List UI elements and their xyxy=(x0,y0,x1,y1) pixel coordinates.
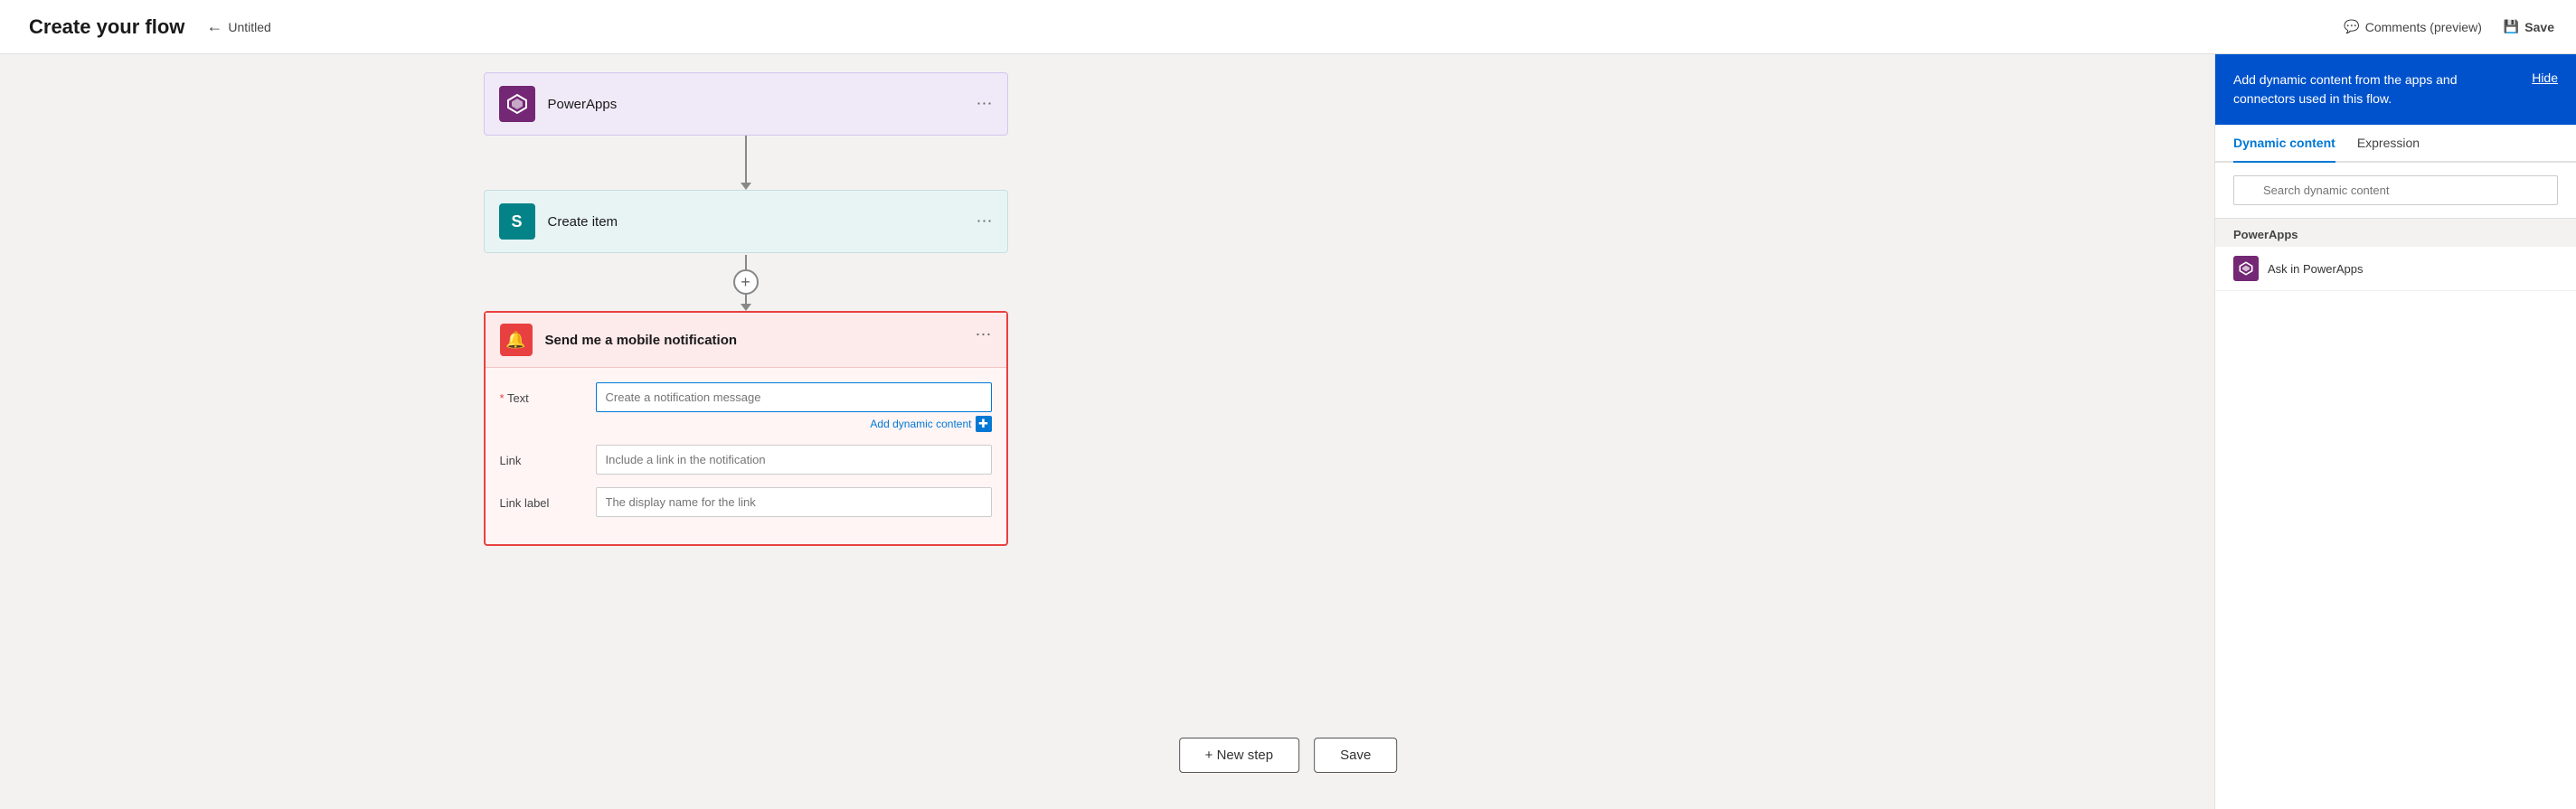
link-label-field-row: Link label xyxy=(500,487,992,517)
text-input[interactable] xyxy=(596,382,992,412)
notification-step-icon: 🔔 xyxy=(500,324,533,356)
comments-button[interactable]: 💬 Comments (preview) xyxy=(2344,19,2482,34)
notification-body: * Text Add dynamic content ✚ xyxy=(486,368,1006,544)
save-label: Save xyxy=(2524,20,2554,34)
dynamic-search-wrap: 🔍 xyxy=(2215,163,2576,219)
connector-line-1 xyxy=(745,136,747,183)
create-item-step[interactable]: S Create item ⋯ xyxy=(484,190,1008,253)
link-field-row: Link xyxy=(500,445,992,475)
create-item-more-button[interactable]: ⋯ xyxy=(977,212,995,231)
page-title: Create your flow xyxy=(29,15,184,39)
new-step-button[interactable]: + New step xyxy=(1179,738,1299,773)
create-item-step-title: Create item xyxy=(548,214,618,230)
dynamic-panel-header-text: Add dynamic content from the apps and co… xyxy=(2233,71,2521,108)
text-field-wrap: Add dynamic content ✚ xyxy=(596,382,992,432)
notification-step: 🔔 Send me a mobile notification ⋯ * Text… xyxy=(484,311,1008,546)
powerapps-step-title: PowerApps xyxy=(548,97,618,112)
add-dynamic-content-button[interactable]: Add dynamic content ✚ xyxy=(870,416,991,432)
save-button[interactable]: 💾 Save xyxy=(2504,19,2554,34)
link-label-field-label: Link label xyxy=(500,487,581,510)
dynamic-panel-header: Add dynamic content from the apps and co… xyxy=(2215,54,2576,125)
save-flow-button[interactable]: Save xyxy=(1314,738,1397,773)
add-dynamic-icon: ✚ xyxy=(976,416,992,432)
comment-icon: 💬 xyxy=(2344,19,2359,34)
dynamic-item-ask-in-powerapps[interactable]: Ask in PowerApps xyxy=(2215,247,2576,291)
notification-more-button[interactable]: ⋯ xyxy=(976,325,994,344)
dynamic-panel-tabs: Dynamic content Expression xyxy=(2215,125,2576,163)
link-input[interactable] xyxy=(596,445,992,475)
dynamic-content-panel: Add dynamic content from the apps and co… xyxy=(2214,54,2576,809)
notification-card-header: 🔔 Send me a mobile notification ⋯ xyxy=(486,313,1006,368)
powerapps-step[interactable]: PowerApps ⋯ xyxy=(484,72,1008,136)
tab-expression[interactable]: Expression xyxy=(2357,125,2420,163)
notification-step-title: Send me a mobile notification xyxy=(545,333,738,348)
add-step-button[interactable]: + xyxy=(733,269,759,295)
connector-line-2a xyxy=(745,255,747,269)
link-field-label: Link xyxy=(500,445,581,467)
dynamic-section-label: PowerApps xyxy=(2215,219,2576,247)
arrow-head-2 xyxy=(741,304,751,311)
back-arrow-icon: ← xyxy=(206,17,222,36)
sharepoint-icon-letter: S xyxy=(511,212,522,231)
back-button[interactable]: ← Untitled xyxy=(206,17,270,36)
toolbar-right: 💬 Comments (preview) 💾 Save xyxy=(2344,19,2554,34)
link-field-wrap xyxy=(596,445,992,475)
connector-1 xyxy=(741,136,751,190)
text-field-label: * Text xyxy=(500,382,581,405)
top-bar: Create your flow ← Untitled 💬 Comments (… xyxy=(0,0,2576,54)
tab-dynamic-content[interactable]: Dynamic content xyxy=(2233,125,2335,163)
bottom-buttons: + New step Save xyxy=(1179,738,1398,773)
link-label-field-wrap xyxy=(596,487,992,517)
dynamic-item-powerapps-icon xyxy=(2233,256,2259,281)
search-inner: 🔍 xyxy=(2233,175,2558,205)
dynamic-item-label: Ask in PowerApps xyxy=(2268,262,2364,276)
hide-panel-button[interactable]: Hide xyxy=(2532,71,2558,85)
powerapps-more-button[interactable]: ⋯ xyxy=(977,95,995,114)
text-field-row: * Text Add dynamic content ✚ xyxy=(500,382,992,432)
flow-steps: PowerApps ⋯ S Create item ⋯ + 🔔 xyxy=(475,72,1017,546)
link-label-input[interactable] xyxy=(596,487,992,517)
sharepoint-step-icon: S xyxy=(499,203,535,240)
add-dynamic-row: Add dynamic content ✚ xyxy=(596,416,992,432)
back-label: Untitled xyxy=(228,20,270,34)
connector-2: + xyxy=(745,253,747,311)
arrow-head-1 xyxy=(741,183,751,190)
powerapps-step-icon xyxy=(499,86,535,122)
flow-canvas: PowerApps ⋯ S Create item ⋯ + 🔔 xyxy=(0,54,2576,809)
dynamic-search-input[interactable] xyxy=(2233,175,2558,205)
comments-label: Comments (preview) xyxy=(2365,20,2482,34)
save-icon: 💾 xyxy=(2504,19,2519,34)
